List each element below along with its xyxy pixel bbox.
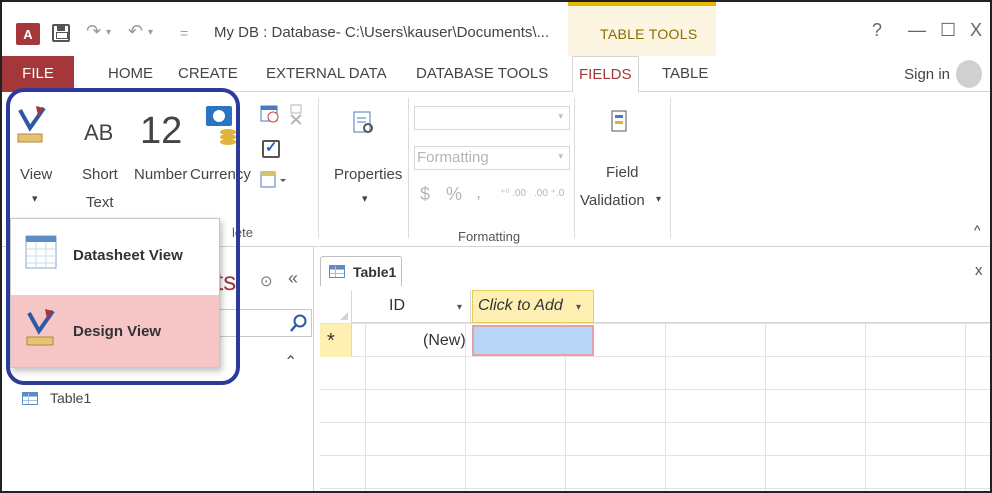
document-tab-label: Table1 bbox=[353, 263, 397, 280]
column-header-id-label: ID bbox=[389, 297, 405, 314]
nav-item-label: Table1 bbox=[50, 390, 92, 406]
short-text-label-line1[interactable]: Short bbox=[82, 166, 118, 183]
document-tab-table1[interactable]: Table1 bbox=[320, 256, 402, 286]
chevron-down-icon: ▾ bbox=[558, 151, 563, 161]
ribbon-separator bbox=[408, 98, 409, 238]
formatting-group-label: Formatting bbox=[458, 229, 521, 244]
select-all-corner[interactable] bbox=[320, 290, 352, 323]
tab-fields[interactable]: FIELDS bbox=[572, 56, 639, 93]
table-icon bbox=[22, 391, 38, 405]
field-validation-label-line2[interactable]: Validation bbox=[580, 192, 645, 209]
customize-qat-icon[interactable]: = bbox=[180, 25, 188, 41]
delete-field-icon[interactable] bbox=[288, 104, 304, 126]
tab-database-tools[interactable]: DATABASE TOOLS bbox=[410, 56, 554, 92]
tab-external-data[interactable]: EXTERNAL DATA bbox=[260, 56, 393, 92]
avatar[interactable] bbox=[956, 60, 982, 88]
menu-item-design-view[interactable]: Design View bbox=[11, 295, 219, 367]
date-time-icon[interactable] bbox=[260, 104, 280, 124]
save-icon[interactable] bbox=[52, 24, 70, 42]
search-icon[interactable] bbox=[289, 313, 309, 333]
minimize-button[interactable]: — bbox=[908, 20, 926, 41]
nav-item-table1[interactable]: Table1 bbox=[22, 387, 91, 409]
access-app-icon[interactable]: A bbox=[16, 23, 40, 45]
column-header-click-to-add-label: Click to Add bbox=[478, 297, 563, 314]
title-bar: A ↷ ▾ ↶ ▾ = My DB : Database- C:\Users\k… bbox=[2, 2, 990, 56]
chevron-down-icon: ▾ bbox=[558, 111, 563, 121]
properties-dropdown-arrow[interactable]: ▾ bbox=[362, 192, 368, 205]
redo-dropdown-icon[interactable]: ▾ bbox=[106, 27, 111, 38]
more-fields-icon[interactable] bbox=[260, 170, 288, 190]
new-record-marker: * bbox=[327, 330, 335, 352]
close-document-button[interactable]: x bbox=[975, 262, 983, 279]
maximize-button[interactable]: ☐ bbox=[940, 20, 956, 41]
format-dropdown-placeholder: Formatting bbox=[417, 149, 489, 166]
yes-no-checkbox-icon[interactable] bbox=[262, 138, 280, 158]
view-dropdown-arrow[interactable]: ▾ bbox=[32, 192, 38, 205]
tab-file[interactable]: FILE bbox=[2, 56, 74, 92]
column-header-id[interactable] bbox=[353, 290, 471, 323]
nav-options-dropdown-icon[interactable]: ⊙ bbox=[260, 272, 273, 290]
ribbon-tabs: FILE HOME CREATE EXTERNAL DATA DATABASE … bbox=[2, 56, 990, 93]
undo-icon[interactable]: ↶ bbox=[128, 21, 143, 42]
currency-label[interactable]: Currency bbox=[190, 166, 251, 183]
format-dropdown[interactable]: Formatting ▾ bbox=[414, 146, 570, 170]
new-record-selector[interactable] bbox=[320, 324, 352, 357]
field-validation-icon[interactable] bbox=[610, 110, 630, 134]
number-label[interactable]: Number bbox=[134, 166, 187, 183]
chevron-down-icon[interactable]: ▾ bbox=[457, 302, 462, 313]
table-tools-label: TABLE TOOLS bbox=[600, 26, 698, 42]
close-button[interactable]: X bbox=[970, 20, 982, 41]
properties-label[interactable]: Properties bbox=[334, 166, 402, 183]
decrease-decimals-button[interactable]: .00 ⁺.0 bbox=[534, 188, 564, 199]
view-dropdown-menu: Datasheet View Design View bbox=[10, 218, 220, 368]
table-icon bbox=[329, 265, 345, 278]
chevron-down-icon[interactable]: ▾ bbox=[576, 302, 581, 313]
field-validation-label-line1[interactable]: Field bbox=[606, 164, 639, 181]
field-validation-dropdown-arrow[interactable]: ▾ bbox=[656, 194, 661, 205]
nav-collapse-chevrons-icon[interactable]: « bbox=[288, 268, 298, 289]
design-view-icon bbox=[26, 309, 55, 346]
data-type-dropdown[interactable]: ▾ bbox=[414, 106, 570, 130]
currency-format-button[interactable]: $ bbox=[420, 184, 430, 205]
menu-item-datasheet-view[interactable]: Datasheet View bbox=[11, 219, 219, 291]
sign-in-link[interactable]: Sign in bbox=[904, 66, 950, 83]
properties-icon[interactable] bbox=[352, 110, 376, 136]
access-window: A ↷ ▾ ↶ ▾ = My DB : Database- C:\Users\k… bbox=[0, 0, 992, 493]
window-title: My DB : Database- C:\Users\kauser\Docume… bbox=[214, 24, 550, 41]
menu-item-label: Design View bbox=[73, 323, 162, 340]
number-icon[interactable]: 12 bbox=[140, 110, 182, 153]
redo-icon[interactable]: ↷ bbox=[86, 21, 101, 42]
nav-search-input[interactable] bbox=[216, 309, 312, 337]
currency-icon[interactable] bbox=[206, 106, 240, 146]
comma-format-button[interactable]: , bbox=[476, 182, 481, 203]
view-design-icon[interactable] bbox=[16, 104, 46, 146]
add-delete-group-label-partial: lete bbox=[232, 225, 253, 240]
ribbon-separator bbox=[670, 98, 671, 238]
collapse-ribbon-button[interactable]: ^ bbox=[974, 222, 981, 238]
id-cell-new[interactable]: (New) bbox=[423, 332, 466, 350]
increase-decimals-button[interactable]: ⁺⁰ .00 bbox=[500, 188, 526, 199]
ribbon-separator bbox=[574, 98, 575, 238]
ribbon-separator bbox=[318, 98, 319, 238]
tab-table[interactable]: TABLE bbox=[656, 56, 714, 92]
active-cell[interactable] bbox=[472, 325, 594, 356]
help-button[interactable]: ? bbox=[872, 20, 882, 41]
tables-section-collapse-icon[interactable]: ⌃ bbox=[284, 352, 297, 372]
tab-create[interactable]: CREATE bbox=[172, 56, 244, 92]
short-text-label-line2[interactable]: Text bbox=[86, 194, 114, 211]
tab-home[interactable]: HOME bbox=[102, 56, 159, 92]
menu-item-label: Datasheet View bbox=[73, 247, 183, 264]
short-text-icon[interactable]: AB bbox=[84, 120, 113, 146]
undo-dropdown-icon[interactable]: ▾ bbox=[148, 27, 153, 38]
view-button-label[interactable]: View bbox=[20, 166, 52, 183]
datasheet-view-icon bbox=[25, 235, 57, 269]
percent-format-button[interactable]: % bbox=[446, 184, 462, 205]
